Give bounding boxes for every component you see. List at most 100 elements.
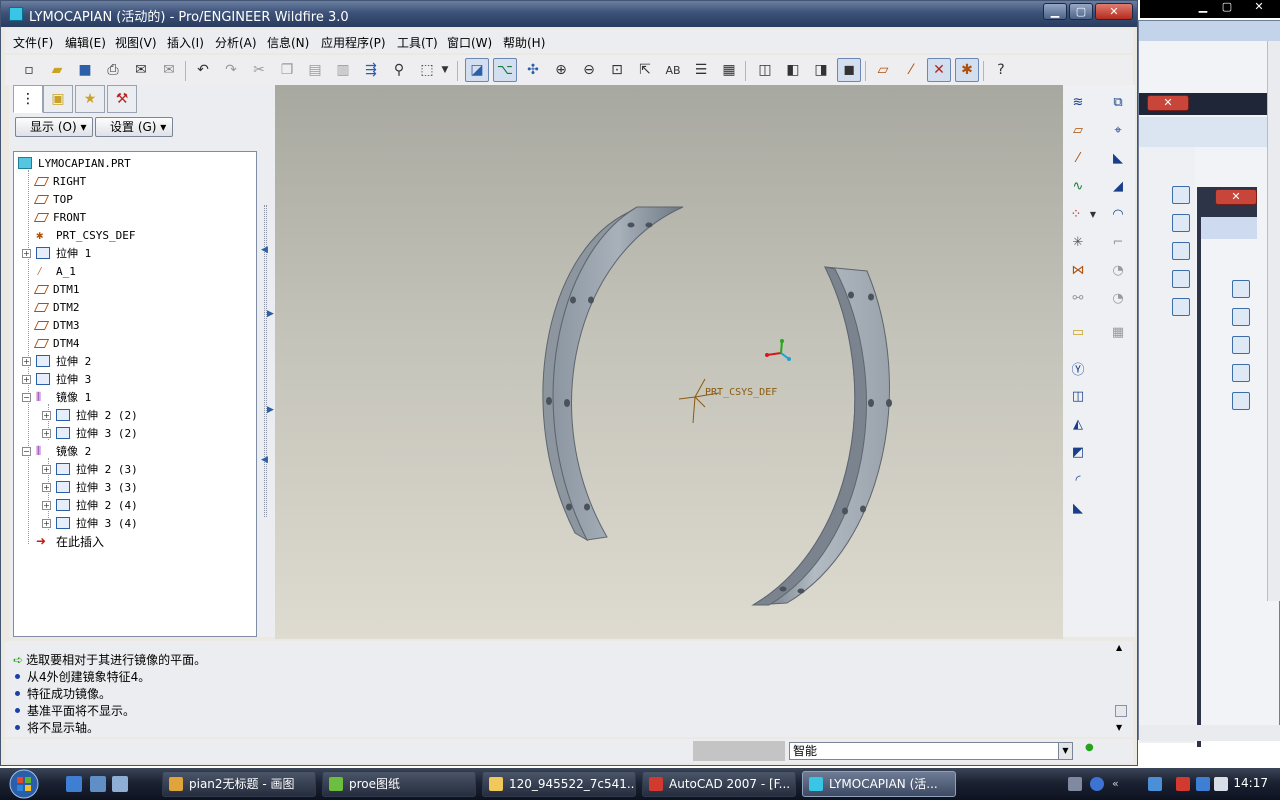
tree-node[interactable]: DTM1 (33, 280, 80, 298)
rib-tool-icon[interactable]: ◣ (1107, 147, 1129, 169)
tree-node[interactable]: ⁄ A_1 (36, 262, 76, 280)
tree-node[interactable]: DTM4 (33, 334, 80, 352)
bg-close-button[interactable]: ✕ (1248, 1, 1270, 15)
security-icon[interactable] (1176, 777, 1190, 791)
scroll-up-icon[interactable]: ▲ (1116, 643, 1122, 652)
refit-icon[interactable]: ⊡ (605, 58, 629, 82)
tree-node[interactable]: 拉伸 3 (4) (56, 514, 138, 532)
tree-root[interactable]: LYMOCAPIAN.PRT (18, 154, 131, 172)
draft-tool-icon[interactable]: ◢ (1107, 175, 1129, 197)
keyboard-icon[interactable] (1068, 777, 1082, 791)
tree-node-insert-here[interactable]: ➜ 在此插入 (36, 532, 104, 550)
network-icon[interactable] (1148, 777, 1162, 791)
collapse-toggle[interactable]: − (22, 393, 31, 402)
redo-icon[interactable]: ↷ (219, 58, 243, 82)
expand-toggle[interactable]: + (42, 411, 51, 420)
datum-analysis-icon[interactable]: ⋈ (1067, 259, 1089, 281)
revolve-tool-icon[interactable]: ⚯ (1067, 287, 1089, 309)
tree-node[interactable]: DTM2 (33, 298, 80, 316)
expand-toggle[interactable]: + (42, 483, 51, 492)
mirror-tool-icon[interactable]: ◭ (1067, 413, 1089, 435)
shell-tool-icon[interactable]: ⌖ (1107, 119, 1129, 141)
layers-icon[interactable]: ☰ (689, 58, 713, 82)
switch-windows-icon[interactable] (112, 776, 128, 792)
chevron-down-icon[interactable]: ▼ (439, 58, 451, 82)
tree-node[interactable]: 拉伸 2 (4) (56, 496, 138, 514)
menu-analysis[interactable]: 分析(A) (215, 34, 257, 51)
message-scrollbar[interactable]: ▲ ▼ (1113, 641, 1129, 737)
orient-mode-icon[interactable]: ✣ (521, 58, 545, 82)
expand-toggle[interactable]: + (42, 429, 51, 438)
zoom-in-icon[interactable]: ⊕ (549, 58, 573, 82)
collapse-toggle[interactable]: − (22, 447, 31, 456)
copy-icon[interactable]: ❐ (275, 58, 299, 82)
datum-plane-create-icon[interactable]: ▱ (1067, 119, 1089, 141)
tree-node[interactable]: DTM3 (33, 316, 80, 334)
repaint-icon[interactable]: ◪ (465, 58, 489, 82)
bg-minimize-button[interactable]: ▁ (1192, 1, 1214, 15)
tree-node[interactable]: 拉伸 2 (3) (56, 460, 138, 478)
show-dropdown[interactable]: 显示 (O) ▾ (15, 117, 93, 137)
send-mail-icon[interactable]: ✉ (129, 58, 153, 82)
taskbar-item-image-viewer[interactable]: 120_945522_7c541... (482, 771, 636, 797)
scroll-thumb[interactable] (1115, 705, 1127, 717)
no-hidden-icon[interactable]: ◨ (809, 58, 833, 82)
datum-point-tool-icon[interactable]: ⁘ (1065, 203, 1087, 225)
menu-view[interactable]: 视图(V) (115, 34, 157, 51)
expand-toggle[interactable]: + (42, 501, 51, 510)
context-help-icon[interactable]: ? (989, 58, 1013, 82)
send-link-icon[interactable]: ✉ (157, 58, 181, 82)
minimize-button[interactable]: ▁ (1043, 3, 1067, 20)
tab-folder-browser[interactable]: ▣ (43, 85, 73, 113)
expand-toggle[interactable]: + (22, 357, 31, 366)
scroll-down-icon[interactable]: ▼ (1116, 723, 1122, 732)
extend-tool-icon[interactable]: ◣ (1067, 497, 1089, 519)
menu-insert[interactable]: 插入(I) (167, 34, 204, 51)
graphics-window[interactable]: PRT_CSYS_DEF (275, 85, 1063, 639)
wireframe-icon[interactable]: ◫ (753, 58, 777, 82)
tab-favorites[interactable]: ★ (75, 85, 105, 113)
merge-tool-icon[interactable]: ◩ (1067, 441, 1089, 463)
tree-node[interactable]: 拉伸 3 (36, 370, 91, 388)
tab-connections[interactable]: ⚒ (107, 85, 137, 113)
paste-icon[interactable]: ▤ (303, 58, 327, 82)
show-desktop-icon[interactable] (90, 776, 106, 792)
taskbar-item-paint[interactable]: pian2无标题 - 画图 (162, 771, 316, 797)
new-file-icon[interactable]: ▫ (17, 58, 41, 82)
hidden-line-icon[interactable]: ◧ (781, 58, 805, 82)
paste-special-icon[interactable]: ▥ (331, 58, 355, 82)
view-manager-icon[interactable]: ▦ (717, 58, 741, 82)
datum-points-display-icon[interactable]: ✕ (927, 58, 951, 82)
trim-tool-icon[interactable]: ◜ (1067, 469, 1089, 491)
datum-axes-display-icon[interactable]: ⁄ (899, 58, 923, 82)
tree-node[interactable]: ⫴ 镜像 2 (36, 442, 91, 460)
tree-node[interactable]: RIGHT (33, 172, 86, 190)
menu-window[interactable]: 窗口(W) (447, 34, 492, 51)
find-icon[interactable]: ⚲ (387, 58, 411, 82)
tab-model-tree[interactable]: ⋮ (13, 85, 43, 113)
datum-csys-tool-icon[interactable]: ✳ (1067, 231, 1089, 253)
connection-icon[interactable] (1196, 777, 1210, 791)
sketch-tool-icon[interactable]: ▭ (1067, 321, 1089, 343)
cut-icon[interactable]: ✂ (247, 58, 271, 82)
expand-toggle[interactable]: + (42, 519, 51, 528)
datum-planes-display-icon[interactable]: ▱ (871, 58, 895, 82)
spin-center-icon[interactable]: ⌥ (493, 58, 517, 82)
reorient-icon[interactable]: ⇱ (633, 58, 657, 82)
selection-box-icon[interactable]: ⬚ (415, 58, 439, 82)
save-icon[interactable]: ■ (73, 58, 97, 82)
tree-node[interactable]: ⫴ 镜像 1 (36, 388, 91, 406)
quicklaunch-icon[interactable] (66, 776, 82, 792)
clock[interactable]: 14:17 (1233, 776, 1268, 790)
menu-file[interactable]: 文件(F) (13, 34, 53, 51)
panel-splitter[interactable]: ◀ ▶ ▶ ◀ (261, 85, 275, 637)
open-folder-icon[interactable]: ▰ (45, 58, 69, 82)
tree-node[interactable]: TOP (33, 190, 73, 208)
tree-node[interactable]: 拉伸 2 (2) (56, 406, 138, 424)
tree-node[interactable]: 拉伸 2 (36, 352, 91, 370)
tree-node[interactable]: 拉伸 3 (3) (56, 478, 138, 496)
pattern-tool-icon[interactable]: ◫ (1067, 385, 1089, 407)
menu-applications[interactable]: 应用程序(P) (321, 34, 386, 51)
chevron-icon[interactable]: « (1112, 777, 1126, 791)
tree-node[interactable]: FRONT (33, 208, 86, 226)
